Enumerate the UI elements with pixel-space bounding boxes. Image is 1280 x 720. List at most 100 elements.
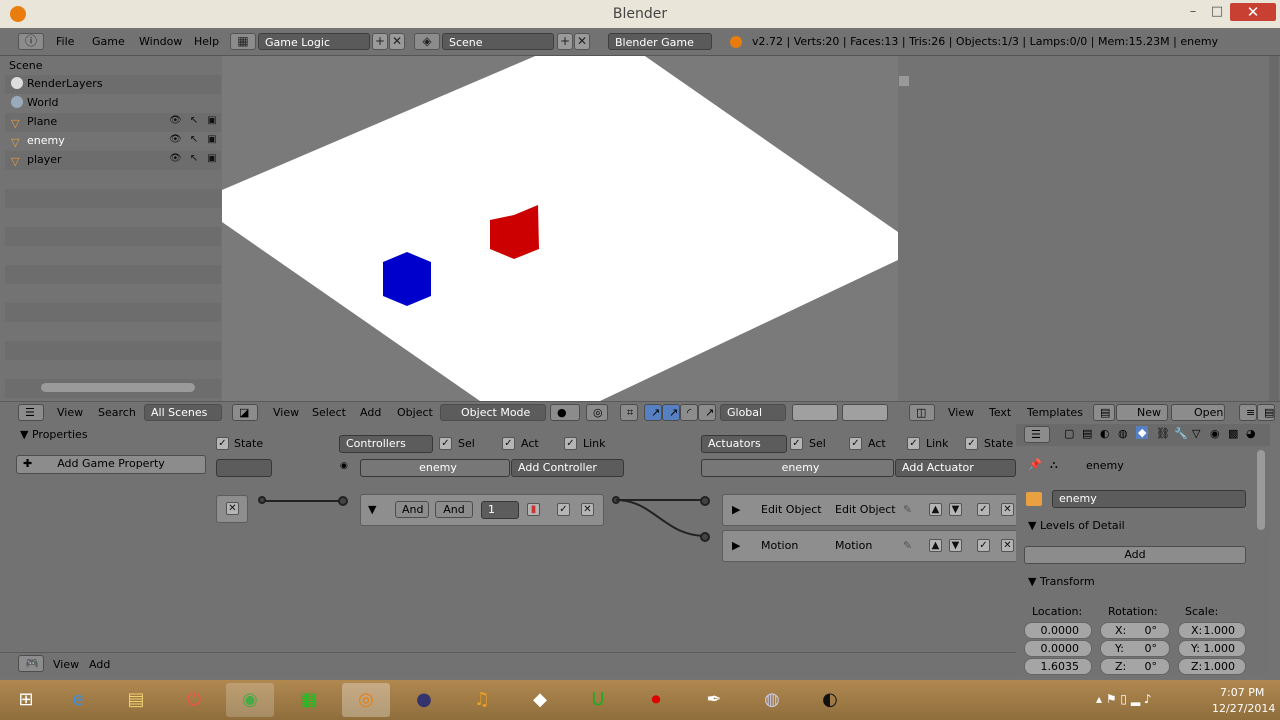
remove-layout-button[interactable]: ✕	[389, 33, 405, 50]
menu-file[interactable]: File	[56, 35, 74, 48]
object-mode-select[interactable]: Object Mode	[440, 404, 546, 421]
scene-icon[interactable]: ◈	[414, 33, 440, 50]
scale-y-field[interactable]: Y: 1.000	[1178, 640, 1246, 657]
texture-tab-icon[interactable]: ▩	[1228, 427, 1238, 440]
record-icon[interactable]: ⏺	[632, 683, 680, 717]
controllers-act-checkbox[interactable]: ✓	[502, 437, 515, 450]
outliner-editor-type-icon[interactable]: ☰	[18, 404, 44, 421]
expand-triangle-icon[interactable]: ▶	[732, 503, 740, 516]
expand-triangle-icon[interactable]: ▶	[732, 539, 740, 552]
move-up-icon[interactable]: ▲	[929, 539, 942, 552]
rotation-z-field[interactable]: Z: 0°	[1100, 658, 1170, 675]
controllers-link-checkbox[interactable]: ✓	[564, 437, 577, 450]
scale-x-field[interactable]: X: 1.000	[1178, 622, 1246, 639]
expand-triangle-icon[interactable]: ▼	[368, 503, 376, 516]
clock-date[interactable]: 12/27/2014	[1212, 702, 1275, 715]
object-name-field[interactable]: enemy	[1052, 490, 1246, 508]
location-y-field[interactable]: 0.0000	[1024, 640, 1092, 657]
viewport-editor-type-icon[interactable]: ◪	[232, 404, 258, 421]
cursor-icon[interactable]: ↖	[188, 134, 200, 145]
lod-add-button[interactable]: Add	[1024, 546, 1246, 564]
maximize-button[interactable]: □	[1206, 3, 1228, 21]
store-icon[interactable]: ▦	[284, 683, 332, 717]
sensor-object-dropdown[interactable]	[216, 459, 272, 477]
text-menu-templates[interactable]: Templates	[1027, 406, 1083, 419]
pin-icon[interactable]: ✎	[903, 503, 912, 516]
outliner-item-player[interactable]: ▽ player	[11, 151, 62, 169]
3d-viewport[interactable]	[222, 56, 898, 401]
eclipse-icon[interactable]: ●	[400, 683, 448, 717]
menu-help[interactable]: Help	[194, 35, 219, 48]
menu-window[interactable]: Window	[139, 35, 182, 48]
render-icon[interactable]: ▣	[206, 153, 218, 164]
text-editor-scrollbar[interactable]	[1269, 56, 1279, 401]
material-tab-icon[interactable]: ◉	[1210, 427, 1220, 440]
collapse-dot-icon[interactable]: ◉	[340, 461, 348, 471]
actuators-dropdown[interactable]: Actuators	[701, 435, 787, 453]
viewport-menu-object[interactable]: Object	[397, 406, 433, 419]
actuator-name-label[interactable]: Edit Object	[835, 503, 896, 516]
controllers-dropdown[interactable]: Controllers	[339, 435, 433, 453]
layers-grid[interactable]	[792, 404, 838, 421]
outliner-menu-view[interactable]: View	[57, 406, 83, 419]
text-open-button[interactable]: Open	[1171, 404, 1225, 421]
logic-menu-add[interactable]: Add	[89, 658, 110, 671]
text-editor-type-icon[interactable]: ◫	[909, 404, 935, 421]
screen-layout-field[interactable]: Game Logic	[258, 33, 370, 50]
scale-manipulator-icon[interactable]: ◜	[680, 404, 698, 421]
properties-scrollbar[interactable]	[1257, 450, 1265, 530]
translate-manipulator-icon[interactable]: ↗	[644, 404, 662, 421]
viewport-menu-view[interactable]: View	[273, 406, 299, 419]
properties-editor-type-icon[interactable]: ☰	[1024, 426, 1050, 443]
controller-type-select[interactable]: And	[395, 501, 429, 518]
info-editor-type-icon[interactable]: ⓘ	[18, 33, 44, 50]
cursor-icon[interactable]: ↖	[188, 153, 200, 164]
power-app-icon[interactable]: ⏻	[170, 683, 218, 717]
remove-sensor-icon[interactable]: ✕	[226, 502, 239, 515]
outliner-item-world[interactable]: World	[11, 94, 59, 112]
text-browse-icon[interactable]: ▤	[1093, 404, 1115, 421]
menu-game[interactable]: Game	[92, 35, 125, 48]
inkscape-icon[interactable]: ✒	[690, 683, 738, 717]
actuators-act-checkbox[interactable]: ✓	[849, 437, 862, 450]
actuator-name-label[interactable]: Motion	[835, 539, 872, 552]
render-icon[interactable]: ▣	[206, 115, 218, 126]
cursor-icon[interactable]: ↖	[188, 115, 200, 126]
gimp-icon[interactable]: ◍	[748, 683, 796, 717]
close-button[interactable]: ✕	[1230, 3, 1276, 21]
world-tab-icon[interactable]: ◍	[1118, 427, 1128, 440]
rotation-y-field[interactable]: Y: 0°	[1100, 640, 1170, 657]
viewport-menu-add[interactable]: Add	[360, 406, 381, 419]
logic-editor-type-icon[interactable]: 🎮	[18, 655, 44, 672]
render-tab-icon[interactable]: ▢	[1064, 427, 1074, 440]
transform-panel-header[interactable]: ▼ Transform	[1028, 575, 1095, 588]
viewport-menu-select[interactable]: Select	[312, 406, 346, 419]
pin-icon[interactable]: ✎	[903, 539, 912, 552]
blender-taskbar-icon[interactable]: ◎	[342, 683, 390, 717]
add-game-property-button[interactable]: ✚ Add Game Property	[16, 455, 206, 474]
text-menu-view[interactable]: View	[948, 406, 974, 419]
object-tab-icon[interactable]: ◆	[1136, 426, 1149, 439]
actuators-link-checkbox[interactable]: ✓	[907, 437, 920, 450]
transform-orientation-select[interactable]: Global	[720, 404, 786, 421]
scale-manipulator-icon[interactable]: ↗	[698, 404, 716, 421]
render-engine-select[interactable]: Blender Game	[608, 33, 712, 50]
remove-actuator-icon[interactable]: ✕	[1001, 539, 1014, 552]
internet-explorer-icon[interactable]: e	[54, 683, 102, 717]
chrome-icon[interactable]: ◉	[226, 683, 274, 717]
file-explorer-icon[interactable]: ▤	[112, 683, 160, 717]
scene-field[interactable]: Scene	[442, 33, 554, 50]
actuators-sel-checkbox[interactable]: ✓	[790, 437, 803, 450]
outliner-item-enemy[interactable]: ▽ enemy	[11, 132, 65, 150]
outliner-scrollbar[interactable]	[41, 383, 195, 392]
outliner-item-plane[interactable]: ▽ Plane	[11, 113, 57, 131]
screen-layout-icon[interactable]: ▦	[230, 33, 256, 50]
viewport-shading-icon[interactable]: ●	[550, 404, 580, 421]
location-z-field[interactable]: 1.6035	[1024, 658, 1092, 675]
line-numbers-toggle[interactable]: ≡	[1239, 404, 1257, 421]
text-menu-text[interactable]: Text	[989, 406, 1011, 419]
controller-state-field[interactable]: 1	[481, 501, 519, 519]
state-checkbox[interactable]: ✓	[216, 437, 229, 450]
layers-tab-icon[interactable]: ▤	[1082, 427, 1092, 440]
outliner-menu-search[interactable]: Search	[98, 406, 136, 419]
